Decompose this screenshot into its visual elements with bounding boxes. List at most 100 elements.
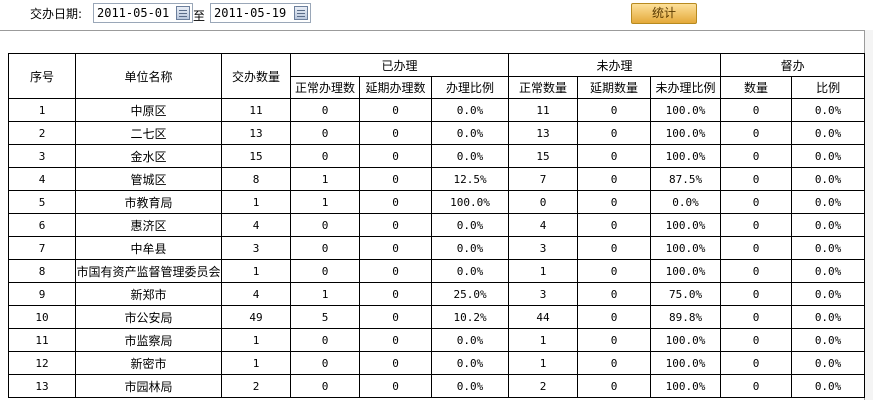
cell-index: 6 <box>8 213 76 237</box>
cell-supervise-count: 0 <box>720 144 793 168</box>
cell-done-delayed: 0 <box>359 144 432 168</box>
cell-done-delayed: 0 <box>359 374 432 398</box>
cell-done-ratio: 0.0% <box>430 121 510 145</box>
cell-done-delayed: 0 <box>359 305 432 329</box>
cell-undone-normal: 3 <box>508 236 579 260</box>
cell-supervise-ratio: 0.0% <box>791 351 866 375</box>
cell-supervise-count: 0 <box>720 236 793 260</box>
vertical-scrollbar[interactable] <box>864 30 873 400</box>
cell-undone-normal: 11 <box>508 98 579 122</box>
cell-supervise-count: 0 <box>720 305 793 329</box>
cell-done-ratio: 0.0% <box>430 259 510 283</box>
col-header-unit: 单位名称 <box>75 53 222 99</box>
date-range-separator: 至 <box>193 9 206 23</box>
cell-index: 11 <box>8 328 76 352</box>
cell-supervise-count: 0 <box>720 328 793 352</box>
cell-undone-normal: 4 <box>508 213 579 237</box>
start-date-field[interactable]: 2011-05-01 <box>93 3 193 23</box>
cell-done-normal: 0 <box>290 213 360 237</box>
col-header-done-normal: 正常办理数 <box>290 76 360 99</box>
cell-undone-normal: 2 <box>508 374 579 398</box>
cell-undone-delayed: 0 <box>577 374 652 398</box>
cell-undone-delayed: 0 <box>577 351 652 375</box>
cell-undone-ratio: 100.0% <box>650 236 722 260</box>
cell-undone-normal: 1 <box>508 351 579 375</box>
cell-unit-name: 新郑市 <box>75 282 222 306</box>
cell-index: 4 <box>8 167 76 191</box>
cell-unit-name: 金水区 <box>75 144 222 168</box>
table-row: 11 市监察局 1 0 0 0.0% 1 0 100.0% 0 0.0% <box>8 328 866 352</box>
cell-undone-ratio: 89.8% <box>650 305 722 329</box>
cell-unit-name: 中牟县 <box>75 236 222 260</box>
end-date-value: 2011-05-19 <box>214 6 287 20</box>
cell-done-normal: 0 <box>290 328 360 352</box>
cell-assigned: 15 <box>221 144 291 168</box>
table-row: 8 市国有资产监督管理委员会 1 0 0 0.0% 1 0 100.0% 0 0.0% <box>8 259 866 283</box>
cell-done-delayed: 0 <box>359 190 432 214</box>
cell-supervise-ratio: 0.0% <box>791 167 866 191</box>
cell-done-ratio: 0.0% <box>430 213 510 237</box>
cell-supervise-ratio: 0.0% <box>791 328 866 352</box>
cell-undone-ratio: 100.0% <box>650 351 722 375</box>
end-date-field[interactable]: 2011-05-19 <box>210 3 311 23</box>
cell-undone-ratio: 100.0% <box>650 213 722 237</box>
cell-undone-delayed: 0 <box>577 259 652 283</box>
cell-done-ratio: 0.0% <box>430 144 510 168</box>
col-header-undone-normal: 正常数量 <box>508 76 579 99</box>
cell-undone-ratio: 87.5% <box>650 167 722 191</box>
cell-done-normal: 5 <box>290 305 360 329</box>
cell-assigned: 3 <box>221 236 291 260</box>
table-row: 10 市公安局 49 5 0 10.2% 44 0 89.8% 0 0.0% <box>8 305 866 329</box>
cell-done-normal: 1 <box>290 282 360 306</box>
cell-supervise-ratio: 0.0% <box>791 144 866 168</box>
statistics-button[interactable]: 统计 <box>631 3 697 24</box>
cell-done-normal: 1 <box>290 167 360 191</box>
date-range-label: 交办日期: <box>30 7 83 21</box>
cell-supervise-ratio: 0.0% <box>791 305 866 329</box>
cell-index: 3 <box>8 144 76 168</box>
cell-done-normal: 0 <box>290 374 360 398</box>
calendar-icon[interactable] <box>294 6 308 20</box>
cell-undone-ratio: 75.0% <box>650 282 722 306</box>
cell-unit-name: 新密市 <box>75 351 222 375</box>
cell-assigned: 8 <box>221 167 291 191</box>
col-header-supervise-count: 数量 <box>720 76 793 99</box>
cell-supervise-count: 0 <box>720 121 793 145</box>
cell-done-delayed: 0 <box>359 282 432 306</box>
cell-assigned: 11 <box>221 98 291 122</box>
cell-undone-delayed: 0 <box>577 144 652 168</box>
cell-unit-name: 管城区 <box>75 167 222 191</box>
table-row: 12 新密市 1 0 0 0.0% 1 0 100.0% 0 0.0% <box>8 351 866 375</box>
table-row: 6 惠济区 4 0 0 0.0% 4 0 100.0% 0 0.0% <box>8 213 866 237</box>
cell-undone-normal: 3 <box>508 282 579 306</box>
start-date-value: 2011-05-01 <box>97 6 170 20</box>
cell-done-delayed: 0 <box>359 236 432 260</box>
cell-index: 10 <box>8 305 76 329</box>
cell-done-ratio: 12.5% <box>430 167 510 191</box>
cell-index: 7 <box>8 236 76 260</box>
cell-done-normal: 0 <box>290 98 360 122</box>
cell-index: 1 <box>8 98 76 122</box>
col-header-undone-ratio: 未办理比例 <box>650 76 722 99</box>
cell-undone-ratio: 100.0% <box>650 374 722 398</box>
cell-supervise-count: 0 <box>720 259 793 283</box>
cell-supervise-count: 0 <box>720 98 793 122</box>
cell-unit-name: 市教育局 <box>75 190 222 214</box>
cell-undone-normal: 1 <box>508 328 579 352</box>
cell-done-delayed: 0 <box>359 351 432 375</box>
cell-index: 2 <box>8 121 76 145</box>
table-row: 9 新郑市 4 1 0 25.0% 3 0 75.0% 0 0.0% <box>8 282 866 306</box>
cell-done-delayed: 0 <box>359 167 432 191</box>
cell-done-ratio: 100.0% <box>430 190 510 214</box>
cell-done-delayed: 0 <box>359 259 432 283</box>
cell-assigned: 2 <box>221 374 291 398</box>
cell-undone-delayed: 0 <box>577 121 652 145</box>
cell-done-delayed: 0 <box>359 213 432 237</box>
cell-done-normal: 0 <box>290 236 360 260</box>
cell-done-normal: 0 <box>290 121 360 145</box>
cell-undone-ratio: 100.0% <box>650 144 722 168</box>
cell-undone-delayed: 0 <box>577 190 652 214</box>
calendar-icon[interactable] <box>176 6 190 20</box>
cell-undone-delayed: 0 <box>577 236 652 260</box>
cell-undone-delayed: 0 <box>577 167 652 191</box>
